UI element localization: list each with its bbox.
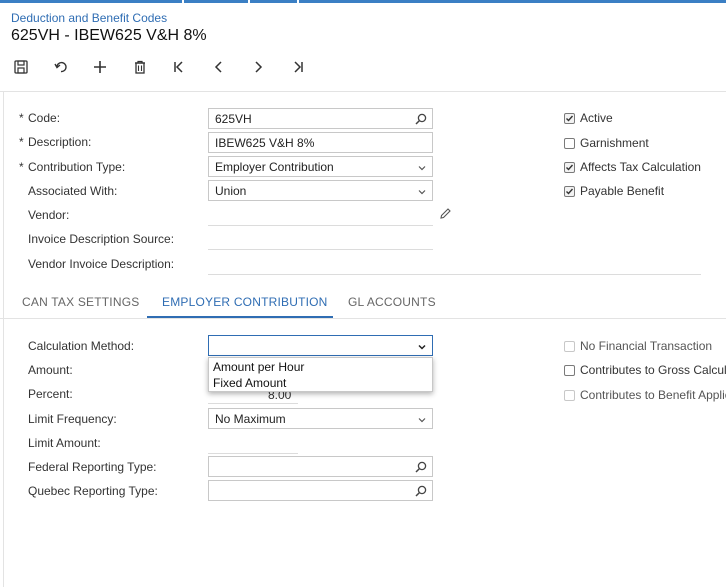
limit-amount-label: Limit Amount: <box>28 436 101 450</box>
tab-can-tax-settings[interactable]: CAN TAX SETTINGS <box>22 295 139 309</box>
garnishment-label: Garnishment <box>580 136 649 150</box>
invoice-description-source-label: Invoice Description Source: <box>28 232 175 246</box>
description-field[interactable]: IBEW625 V&H 8% <box>208 132 433 153</box>
vendor-field[interactable] <box>208 225 433 226</box>
chevron-down-icon[interactable] <box>417 186 427 200</box>
associated-with-label: Associated With: <box>28 184 118 198</box>
tab-bar: CAN TAX SETTINGS EMPLOYER CONTRIBUTION G… <box>0 292 726 319</box>
required-marker: * <box>19 160 24 174</box>
limit-amount-field[interactable] <box>208 453 298 454</box>
active-checkbox[interactable]: Active <box>564 110 613 126</box>
affects-tax-calculation-checkbox[interactable]: Affects Tax Calculation <box>564 159 701 175</box>
calculation-method-label: Calculation Method: <box>28 339 135 353</box>
federal-reporting-type-field[interactable] <box>208 456 433 477</box>
contributes-to-gross-calculation-checkbox[interactable]: Contributes to Gross Calcula <box>564 362 726 378</box>
payable-benefit-checkbox[interactable]: Payable Benefit <box>564 183 664 199</box>
page-title: 625VH - IBEW625 V&H 8% <box>11 27 207 44</box>
contributes-to-benefit-application-label: Contributes to Benefit Applic <box>580 388 726 402</box>
previous-icon[interactable] <box>208 56 230 78</box>
checkmark-icon[interactable] <box>564 161 575 173</box>
chevron-down-icon[interactable] <box>417 341 427 355</box>
add-icon[interactable] <box>89 56 111 78</box>
checkmark-icon[interactable] <box>564 112 575 124</box>
percent-field[interactable] <box>208 403 298 404</box>
chevron-down-icon[interactable] <box>417 414 427 428</box>
vendor-invoice-description-label: Vendor Invoice Description: <box>28 257 175 271</box>
next-icon[interactable] <box>247 56 269 78</box>
limit-frequency-label: Limit Frequency: <box>28 412 117 426</box>
undo-icon[interactable] <box>50 56 72 78</box>
chevron-down-icon[interactable] <box>417 162 427 176</box>
quebec-reporting-type-field[interactable] <box>208 480 433 501</box>
contribution-type-label: Contribution Type: <box>28 160 126 174</box>
option-fixed-amount[interactable]: Fixed Amount <box>213 376 286 390</box>
breadcrumb[interactable]: Deduction and Benefit Codes <box>11 11 167 25</box>
top-strip <box>0 0 726 3</box>
tabs-divider <box>0 318 726 319</box>
calculation-method-dropdown: Amount per Hour Fixed Amount <box>208 357 433 392</box>
checkbox-box[interactable] <box>564 340 575 352</box>
description-label: Description: <box>28 135 92 149</box>
vendor-invoice-description-field[interactable] <box>208 274 701 275</box>
header-divider <box>0 91 726 92</box>
checkbox-box[interactable] <box>564 364 575 376</box>
no-financial-transaction-label: No Financial Transaction <box>580 339 713 353</box>
tab-gl-accounts[interactable]: GL ACCOUNTS <box>348 295 436 309</box>
contributes-to-benefit-application-checkbox[interactable]: Contributes to Benefit Applic <box>564 387 726 403</box>
search-icon[interactable] <box>415 461 427 476</box>
quebec-reporting-type-label: Quebec Reporting Type: <box>28 484 158 498</box>
first-icon[interactable] <box>168 56 190 78</box>
search-icon[interactable] <box>415 113 427 128</box>
contribution-type-value: Employer Contribution <box>215 160 334 174</box>
form-left-border <box>3 91 4 587</box>
code-field[interactable]: 625VH <box>208 108 433 129</box>
amount-label: Amount: <box>28 363 73 377</box>
checkbox-box[interactable] <box>564 389 575 401</box>
contributes-to-gross-calculation-label: Contributes to Gross Calcula <box>580 363 726 377</box>
limit-frequency-value: No Maximum <box>215 412 286 426</box>
associated-with-select[interactable]: Union <box>208 180 433 201</box>
limit-frequency-select[interactable]: No Maximum <box>208 408 433 429</box>
contribution-type-select[interactable]: Employer Contribution <box>208 156 433 177</box>
affects-tax-calculation-label: Affects Tax Calculation <box>580 160 701 174</box>
checkmark-icon[interactable] <box>564 185 575 197</box>
pencil-icon[interactable] <box>439 207 452 223</box>
tab-employer-contribution[interactable]: EMPLOYER CONTRIBUTION <box>162 295 328 309</box>
required-marker: * <box>19 111 24 125</box>
save-icon[interactable] <box>10 56 32 78</box>
payable-benefit-label: Payable Benefit <box>580 184 665 198</box>
last-icon[interactable] <box>287 56 309 78</box>
percent-label: Percent: <box>28 387 73 401</box>
option-amount-per-hour[interactable]: Amount per Hour <box>213 360 304 374</box>
invoice-description-source-field[interactable] <box>208 249 433 250</box>
code-label: Code: <box>28 111 61 125</box>
delete-icon[interactable] <box>129 56 151 78</box>
active-label: Active <box>580 111 613 125</box>
garnishment-checkbox[interactable]: Garnishment <box>564 135 649 151</box>
description-value: IBEW625 V&H 8% <box>215 136 315 150</box>
vendor-label: Vendor: <box>28 208 70 222</box>
code-value: 625VH <box>215 112 252 126</box>
no-financial-transaction-checkbox[interactable]: No Financial Transaction <box>564 338 712 354</box>
calculation-method-select[interactable] <box>208 335 433 356</box>
associated-with-value: Union <box>215 184 247 198</box>
checkbox-box[interactable] <box>564 137 575 149</box>
required-marker: * <box>19 135 24 149</box>
federal-reporting-type-label: Federal Reporting Type: <box>28 460 157 474</box>
search-icon[interactable] <box>415 485 427 500</box>
